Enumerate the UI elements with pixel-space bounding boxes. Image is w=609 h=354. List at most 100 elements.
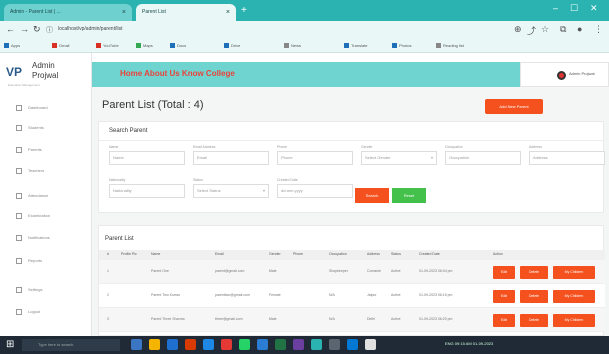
share-icon[interactable]: ⤴ bbox=[527, 24, 536, 37]
browser-tab-active[interactable]: Parent List × bbox=[136, 4, 236, 21]
search-button[interactable]: Search bbox=[355, 188, 389, 203]
bookmark-label: Apps bbox=[11, 43, 21, 48]
task-view-icon[interactable] bbox=[131, 339, 142, 350]
sidebar-item-parents[interactable]: Parents bbox=[16, 145, 86, 155]
bookmark-item[interactable]: Gmail bbox=[52, 43, 92, 49]
profile-icon[interactable]: ● bbox=[577, 24, 582, 34]
column-header: # bbox=[107, 252, 109, 256]
avatar[interactable] bbox=[557, 71, 566, 80]
reset-button[interactable]: Reset bbox=[392, 188, 426, 203]
created-date-input[interactable]: dd-mm-yyyy bbox=[277, 184, 353, 198]
chrome-icon[interactable] bbox=[221, 339, 232, 350]
my-children-button[interactable]: My Children bbox=[553, 290, 595, 303]
bookmark-item[interactable]: Docs bbox=[170, 43, 220, 49]
email-input[interactable]: Email bbox=[193, 151, 269, 165]
bookmark-label: Drive bbox=[231, 43, 241, 48]
new-tab-icon[interactable]: + bbox=[241, 5, 247, 16]
excel-icon[interactable] bbox=[275, 339, 286, 350]
row-number: 2 bbox=[107, 293, 109, 297]
close-icon[interactable]: × bbox=[226, 4, 230, 21]
name-input[interactable]: Name bbox=[109, 151, 185, 165]
address-bar: ← → ↻ ⓘ localhost/vp/admin/parent/list ⊕… bbox=[0, 21, 609, 39]
delete-button[interactable]: Delete bbox=[520, 314, 548, 327]
phone-input[interactable]: Phone bbox=[277, 151, 353, 165]
bookmark-item[interactable]: Maps bbox=[136, 43, 166, 49]
os-taskbar: ⊞ Type here to search ENG 09:15 AM 01-09… bbox=[0, 336, 609, 354]
back-icon[interactable]: ← bbox=[6, 24, 15, 34]
table-row: 2 Parent Two Kumar parenttwo@gmail.com F… bbox=[99, 284, 605, 308]
edit-button[interactable]: Edit bbox=[493, 290, 515, 303]
divider bbox=[99, 140, 603, 141]
row-address: Delhi bbox=[367, 317, 375, 321]
bookmark-item[interactable]: Translate bbox=[344, 43, 388, 49]
column-header: Occupation bbox=[329, 252, 347, 256]
add-parent-button[interactable]: Add New Parent bbox=[485, 99, 543, 114]
header-nav-title[interactable]: Home About Us Know College bbox=[120, 69, 235, 78]
nationality-input[interactable]: Nationality bbox=[109, 184, 185, 198]
notepad-icon[interactable] bbox=[365, 339, 376, 350]
browser-icon[interactable] bbox=[311, 339, 322, 350]
taskbar-search-input[interactable]: Type here to search bbox=[22, 339, 120, 351]
whatsapp-icon[interactable] bbox=[239, 339, 250, 350]
my-children-button[interactable]: My Children bbox=[553, 314, 595, 327]
sidebar-item-label: Notifications bbox=[28, 235, 50, 240]
sidebar-item-settings[interactable]: Settings bbox=[16, 285, 86, 295]
occupation-input[interactable]: Occupation bbox=[445, 151, 521, 165]
star-icon[interactable]: ☆ bbox=[541, 24, 549, 35]
gender-select[interactable]: Select Gender bbox=[361, 151, 437, 165]
bookmarks-bar: Apps Gmail YouTube Maps Docs Drive News … bbox=[0, 39, 609, 53]
browser-tab[interactable]: Admin - Parent List | ... × bbox=[4, 4, 132, 21]
students-icon bbox=[16, 124, 22, 131]
terminal-icon[interactable] bbox=[329, 339, 340, 350]
bookmark-item[interactable]: Apps bbox=[4, 43, 48, 49]
maximize-icon[interactable]: ☐ bbox=[570, 3, 578, 14]
reload-icon[interactable]: ↻ bbox=[33, 24, 41, 35]
extensions-icon[interactable]: ⧉ bbox=[560, 24, 566, 35]
sidebar-item-teachers[interactable]: Teachers bbox=[16, 166, 86, 176]
sidebar-item-students[interactable]: Students bbox=[16, 123, 86, 133]
mail-icon[interactable] bbox=[347, 339, 358, 350]
sidebar-item-examination[interactable]: Examination bbox=[16, 211, 86, 221]
info-icon[interactable]: ⓘ bbox=[46, 25, 53, 35]
sidebar-item-logout[interactable]: Logout bbox=[16, 307, 86, 317]
dashboard-icon bbox=[16, 104, 22, 111]
minimize-icon[interactable]: – bbox=[553, 3, 558, 13]
sidebar-item-attendance[interactable]: Attendance bbox=[16, 191, 86, 201]
vscode-icon[interactable] bbox=[293, 339, 304, 350]
system-tray-status[interactable]: ENG 09:15 AM 01-09-2023 bbox=[445, 341, 493, 346]
sidebar-item-label: Students bbox=[28, 125, 44, 130]
sidebar-item-label: Teachers bbox=[28, 168, 45, 173]
windows-store-icon[interactable] bbox=[203, 339, 214, 350]
sidebar-item-dashboard[interactable]: Dashboard bbox=[16, 103, 86, 113]
edit-button[interactable]: Edit bbox=[493, 314, 515, 327]
bookmark-item[interactable]: Drive bbox=[224, 43, 280, 49]
word-icon[interactable] bbox=[257, 339, 268, 350]
file-explorer-icon[interactable] bbox=[149, 339, 160, 350]
status-select[interactable]: Select Status bbox=[193, 184, 269, 198]
delete-button[interactable]: Delete bbox=[520, 266, 548, 279]
edge-icon[interactable] bbox=[167, 339, 178, 350]
sidebar-item-reports[interactable]: Reports bbox=[16, 256, 86, 266]
column-header: Gender bbox=[269, 252, 281, 256]
window-close-icon[interactable]: ✕ bbox=[590, 3, 598, 14]
bookmark-item[interactable]: Reading list bbox=[436, 43, 482, 49]
menu-icon[interactable]: ⋮ bbox=[594, 24, 603, 35]
user-menu[interactable]: Admin Projwal bbox=[520, 62, 609, 87]
forward-icon[interactable]: → bbox=[20, 24, 29, 34]
field-label: Email Address bbox=[193, 145, 216, 149]
row-occupation: N/A bbox=[329, 317, 335, 321]
zoom-icon[interactable]: ⊕ bbox=[514, 24, 522, 35]
address-input[interactable]: Address bbox=[529, 151, 605, 165]
bookmark-item[interactable]: Photos bbox=[392, 43, 432, 49]
bookmark-item[interactable]: YouTube bbox=[96, 43, 132, 49]
windows-start-icon[interactable]: ⊞ bbox=[6, 339, 14, 350]
column-header: Created Date bbox=[419, 252, 440, 256]
delete-button[interactable]: Delete bbox=[520, 290, 548, 303]
sidebar-item-notifications[interactable]: Notifications bbox=[16, 233, 86, 243]
bookmark-item[interactable]: News bbox=[284, 43, 340, 49]
url-input[interactable]: localhost/vp/admin/parent/list bbox=[58, 26, 122, 32]
office-icon[interactable] bbox=[185, 339, 196, 350]
my-children-button[interactable]: My Children bbox=[553, 266, 595, 279]
close-icon[interactable]: × bbox=[122, 4, 126, 21]
edit-button[interactable]: Edit bbox=[493, 266, 515, 279]
